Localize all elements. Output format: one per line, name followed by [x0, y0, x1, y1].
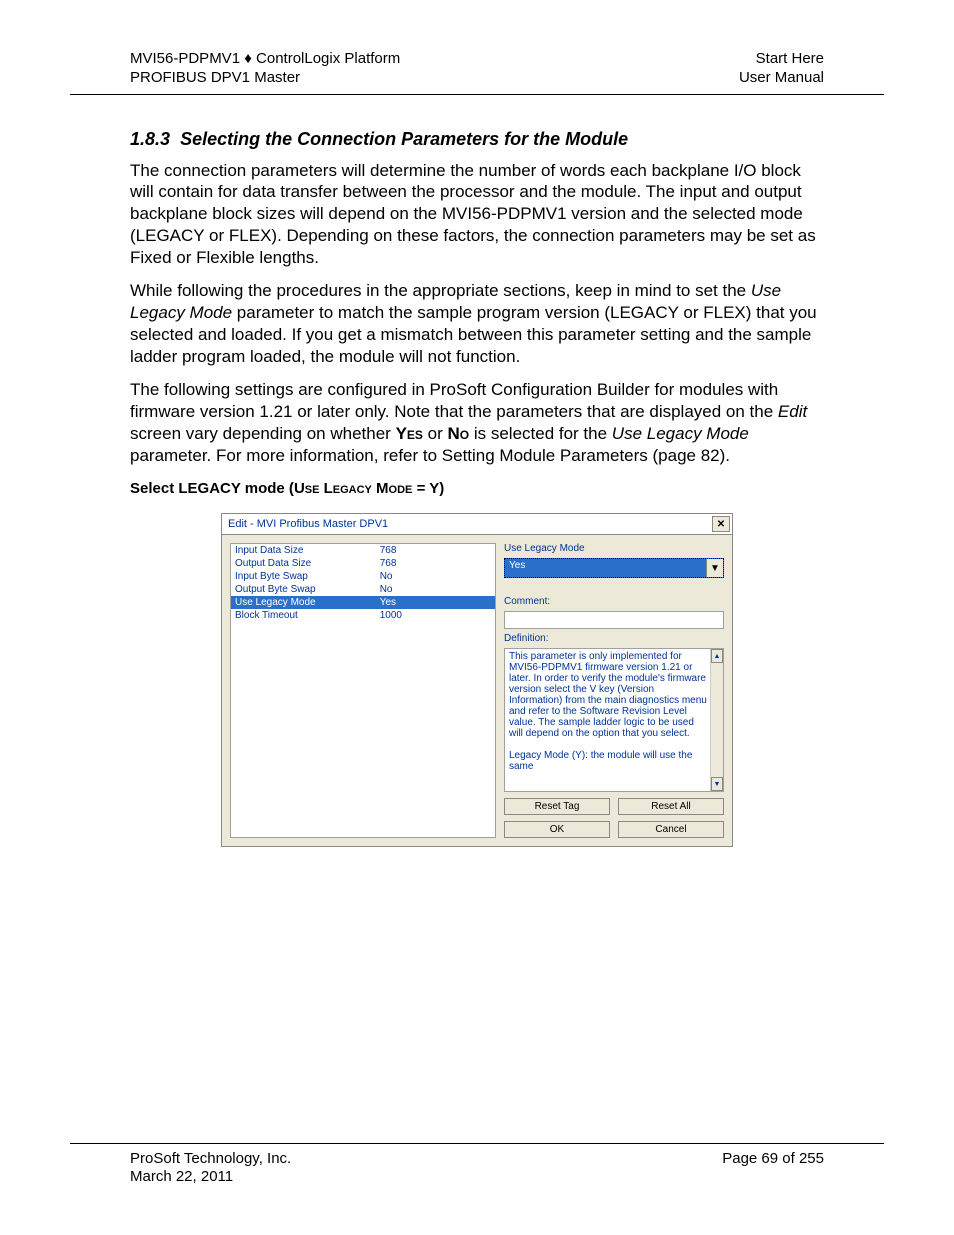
- parameter-value: No: [380, 570, 491, 583]
- parameter-row[interactable]: Input Data Size768: [231, 544, 495, 557]
- header-left: MVI56-PDPMV1 ♦ ControlLogix Platform PRO…: [130, 50, 400, 88]
- paragraph-2: While following the procedures in the ap…: [130, 280, 824, 367]
- section-number: 1.8.3: [130, 129, 170, 149]
- parameter-value: Yes: [380, 596, 491, 609]
- footer-date: March 22, 2011: [130, 1168, 291, 1187]
- footer-company: ProSoft Technology, Inc.: [130, 1150, 291, 1169]
- header-left-line1: MVI56-PDPMV1 ♦ ControlLogix Platform: [130, 50, 400, 69]
- header-left-line2: PROFIBUS DPV1 Master: [130, 69, 400, 88]
- parameter-name: Input Data Size: [235, 544, 380, 557]
- parameter-name: Use Legacy Mode: [235, 596, 380, 609]
- field-label: Use Legacy Mode: [504, 543, 724, 554]
- value-dropdown[interactable]: Yes ▼: [504, 558, 724, 578]
- definition-box: This parameter is only implemented for M…: [504, 648, 724, 792]
- parameter-row[interactable]: Output Data Size768: [231, 557, 495, 570]
- parameter-name: Block Timeout: [235, 609, 380, 622]
- page-footer: ProSoft Technology, Inc. March 22, 2011 …: [70, 1143, 884, 1188]
- parameter-value: No: [380, 583, 491, 596]
- comment-input[interactable]: [504, 611, 724, 629]
- paragraph-3: The following settings are configured in…: [130, 379, 824, 466]
- parameter-value: 768: [380, 544, 491, 557]
- definition-label: Definition:: [504, 633, 724, 644]
- ok-button[interactable]: OK: [504, 821, 610, 838]
- parameter-value: 768: [380, 557, 491, 570]
- header-right-line2: User Manual: [739, 69, 824, 88]
- header-right-line1: Start Here: [739, 50, 824, 69]
- footer-page-number: Page 69 of 255: [722, 1150, 824, 1188]
- comment-label: Comment:: [504, 596, 724, 607]
- parameter-name: Output Byte Swap: [235, 583, 380, 596]
- close-button[interactable]: ✕: [712, 516, 730, 532]
- select-legacy-subheading: Select LEGACY mode (Use Legacy Mode = Y): [130, 480, 824, 497]
- section-heading: 1.8.3 Selecting the Connection Parameter…: [130, 129, 824, 150]
- scroll-up-icon[interactable]: ▲: [711, 649, 723, 663]
- definition-text: This parameter is only implemented for M…: [509, 651, 707, 772]
- dialog-titlebar: Edit - MVI Profibus Master DPV1 ✕: [222, 514, 732, 535]
- reset-all-button[interactable]: Reset All: [618, 798, 724, 815]
- edit-dialog: Edit - MVI Profibus Master DPV1 ✕ Input …: [221, 513, 733, 847]
- cancel-button[interactable]: Cancel: [618, 821, 724, 838]
- page-header: MVI56-PDPMV1 ♦ ControlLogix Platform PRO…: [70, 50, 884, 95]
- parameter-name: Input Byte Swap: [235, 570, 380, 583]
- parameter-value: 1000: [380, 609, 491, 622]
- dialog-title-text: Edit - MVI Profibus Master DPV1: [228, 518, 388, 530]
- parameter-row[interactable]: Use Legacy ModeYes: [231, 596, 495, 609]
- scroll-down-icon[interactable]: ▼: [711, 777, 723, 791]
- parameter-row[interactable]: Output Byte SwapNo: [231, 583, 495, 596]
- dropdown-value: Yes: [509, 560, 525, 571]
- scrollbar[interactable]: ▲ ▼: [710, 649, 723, 791]
- footer-left: ProSoft Technology, Inc. March 22, 2011: [130, 1150, 291, 1188]
- header-right: Start Here User Manual: [739, 50, 824, 88]
- parameter-list[interactable]: Input Data Size768Output Data Size768Inp…: [230, 543, 496, 838]
- parameter-row[interactable]: Block Timeout1000: [231, 609, 495, 622]
- reset-tag-button[interactable]: Reset Tag: [504, 798, 610, 815]
- parameter-row[interactable]: Input Byte SwapNo: [231, 570, 495, 583]
- parameter-editor: Use Legacy Mode Yes ▼ Comment: Definitio…: [504, 543, 724, 838]
- parameter-name: Output Data Size: [235, 557, 380, 570]
- close-icon: ✕: [717, 519, 725, 530]
- paragraph-1: The connection parameters will determine…: [130, 160, 824, 269]
- section-title-text: Selecting the Connection Parameters for …: [180, 129, 628, 149]
- chevron-down-icon: ▼: [706, 559, 723, 577]
